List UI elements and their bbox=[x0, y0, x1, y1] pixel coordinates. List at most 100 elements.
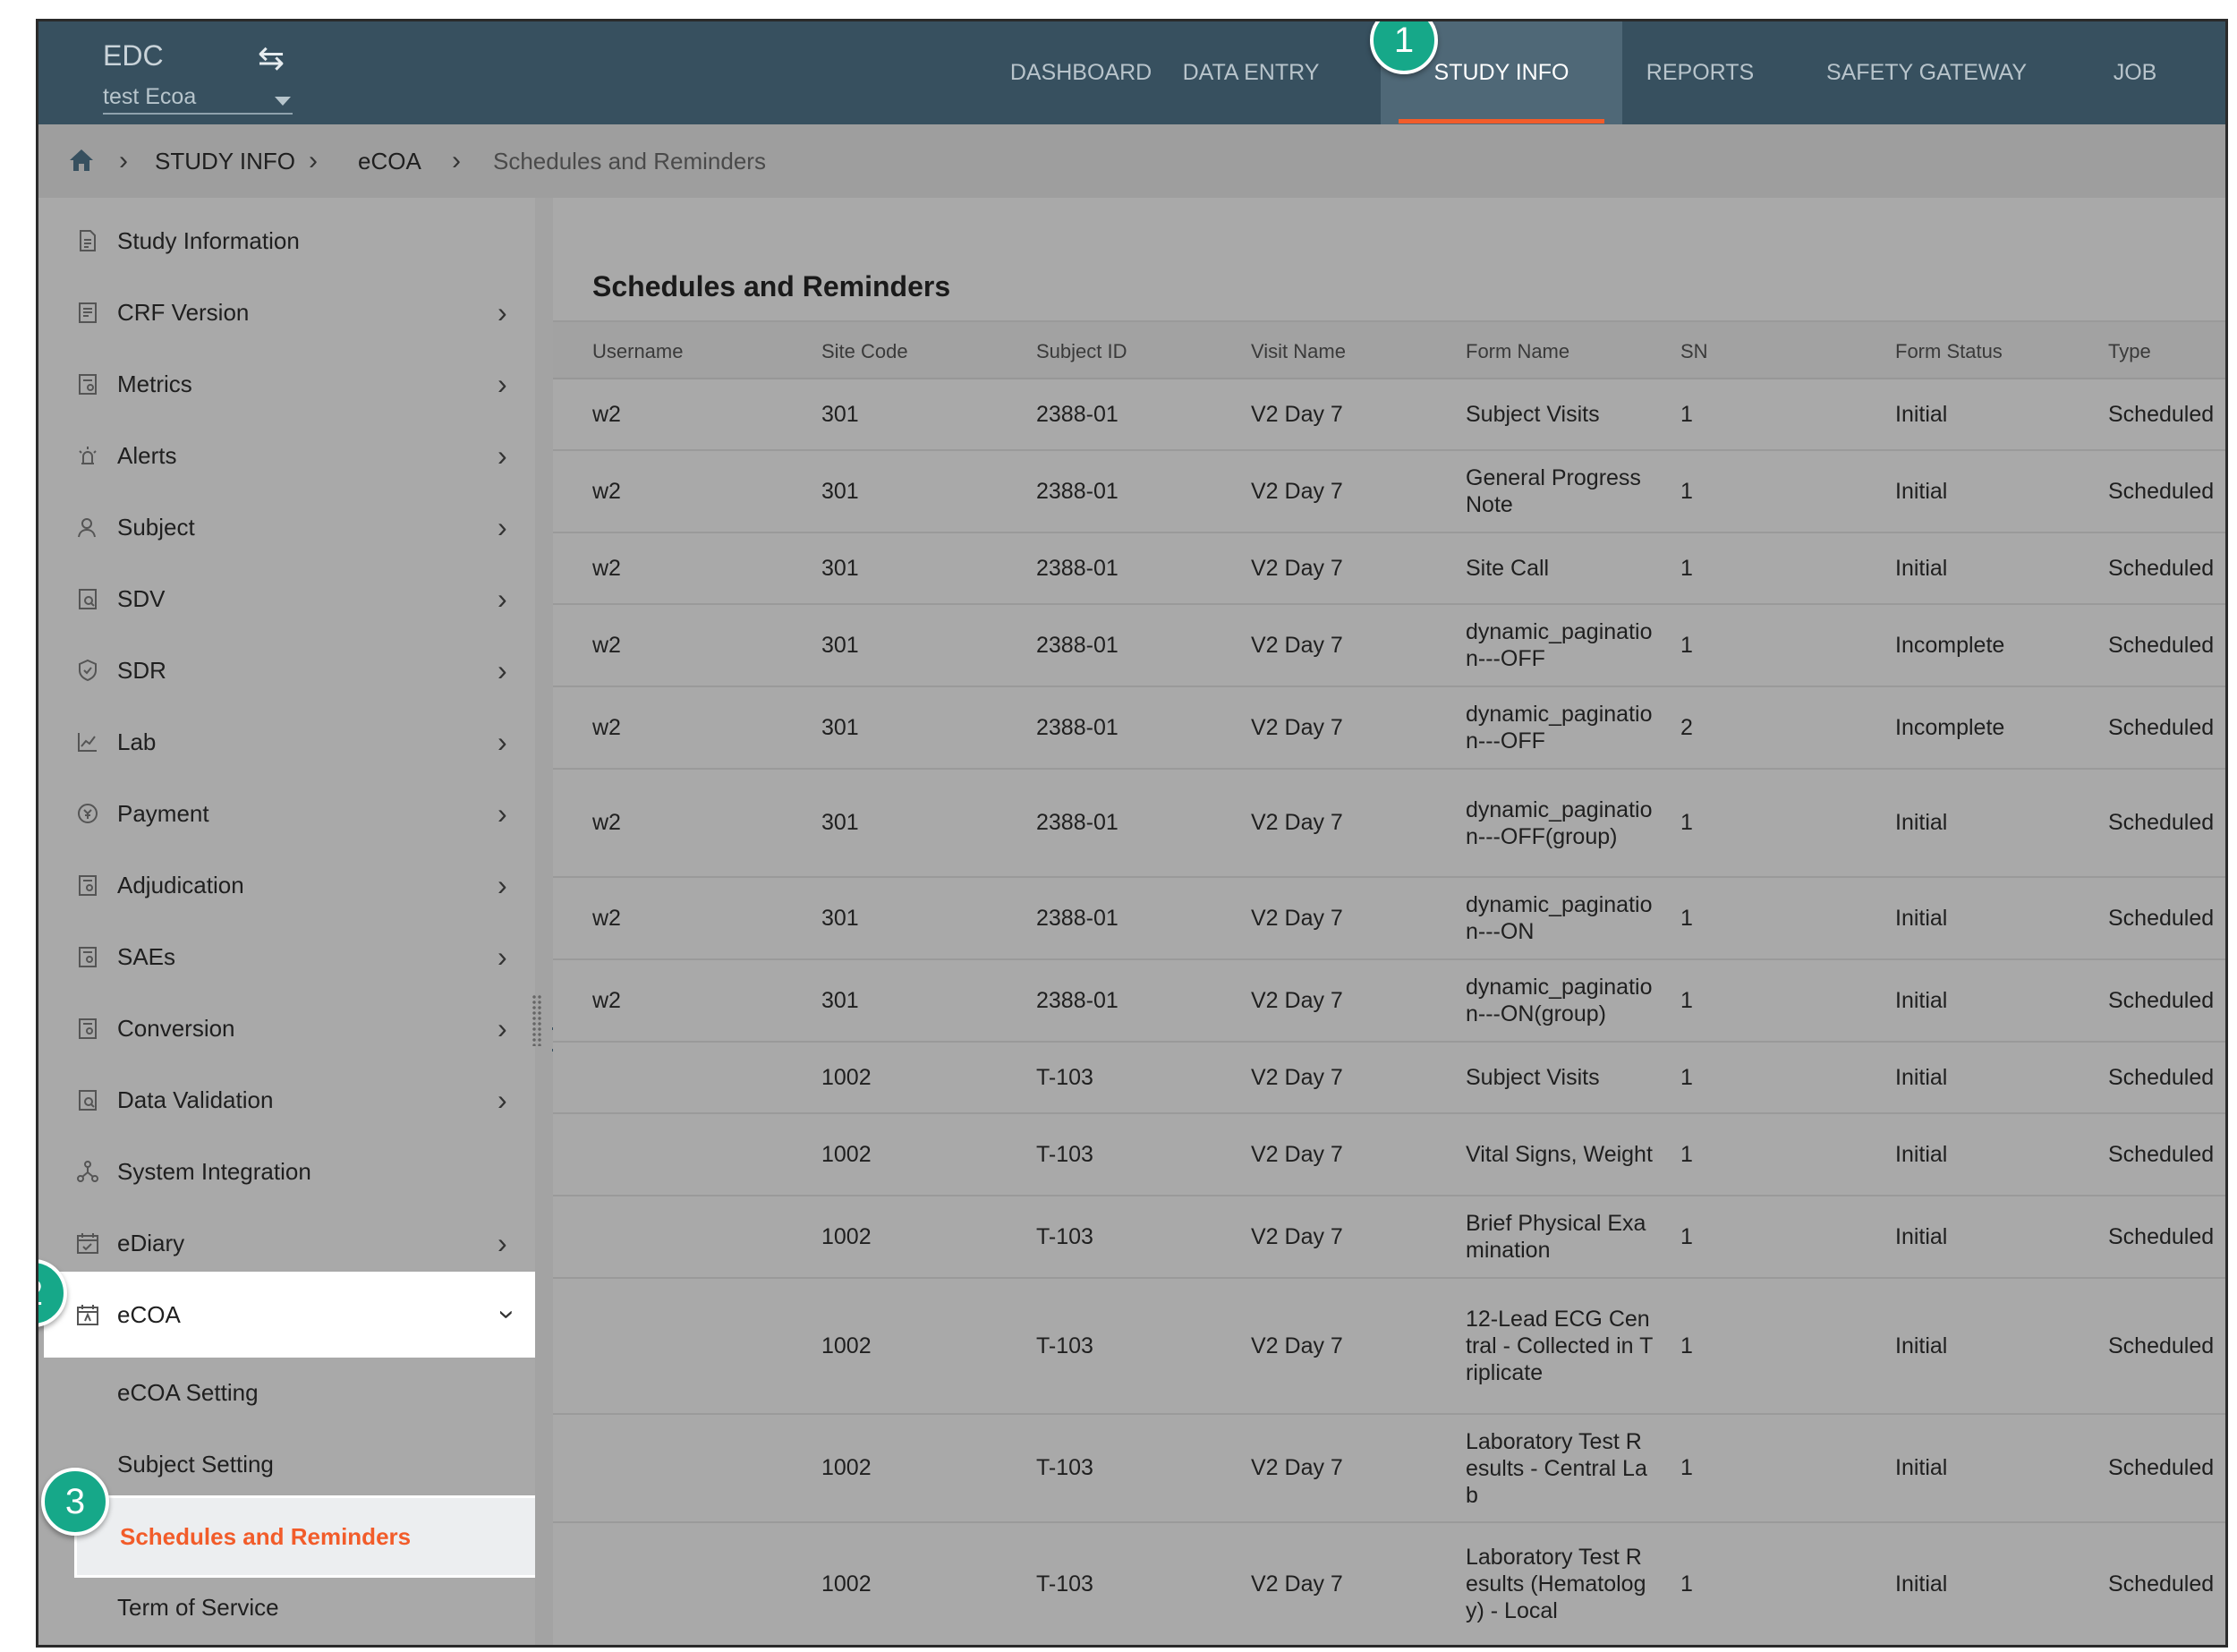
sidebar-item-payment[interactable]: Payment › bbox=[38, 778, 535, 849]
table-cell: 1002 bbox=[821, 1571, 872, 1597]
column-header-subject-id[interactable]: Subject ID bbox=[1036, 322, 1127, 381]
table-cell-wrapper: 1 bbox=[1680, 1043, 1693, 1112]
sidebar-item-subject[interactable]: Subject › bbox=[38, 491, 535, 563]
chevron-right-icon: › bbox=[498, 941, 507, 973]
table-cell-wrapper: 1 bbox=[1680, 605, 1693, 685]
table-cell-wrapper: 2388-01 bbox=[1036, 770, 1118, 876]
column-header-type[interactable]: Type bbox=[2108, 322, 2151, 381]
table-row[interactable]: w2 301 2388-01 V2 Day 7 Subject Visits 1 Initi… bbox=[553, 379, 2225, 451]
sidebar-item-sdr[interactable]: SDR › bbox=[38, 634, 535, 706]
document-gear-icon bbox=[79, 1018, 97, 1039]
column-header-sn[interactable]: SN bbox=[1680, 322, 1708, 381]
swap-arrows-icon[interactable]: ⇆ bbox=[258, 39, 285, 77]
table-row[interactable]: w2 301 2388-01 V2 Day 7 dynamic_pagination--… bbox=[553, 687, 2225, 770]
sidebar-item-sdv[interactable]: SDV › bbox=[38, 563, 535, 634]
table-cell-wrapper: Laboratory Test Results (Hematology) - L… bbox=[1466, 1523, 1654, 1645]
sidebar-item-alerts[interactable]: Alerts › bbox=[38, 420, 535, 491]
table-cell-wrapper: V2 Day 7 bbox=[1251, 878, 1343, 958]
user-icon bbox=[78, 518, 96, 538]
column-header-site-code[interactable]: Site Code bbox=[821, 322, 908, 381]
sidebar-resizer[interactable] bbox=[535, 198, 553, 1645]
table-row[interactable]: w2 301 2388-01 V2 Day 7 General Progress Not… bbox=[553, 451, 2225, 533]
sidebar-item-saes[interactable]: SAEs › bbox=[38, 921, 535, 992]
sidebar-item-label: eCOA bbox=[117, 1301, 181, 1328]
sidebar-item-study-information[interactable]: Study Information bbox=[38, 205, 535, 277]
table-cell-wrapper: 301 bbox=[821, 379, 859, 449]
table-row[interactable]: w2 301 2388-01 V2 Day 7 dynamic_pagination--… bbox=[553, 770, 2225, 878]
breadcrumb-study-info[interactable]: STUDY INFO bbox=[155, 124, 295, 198]
column-header-form-status[interactable]: Form Status bbox=[1895, 322, 2003, 381]
table-cell: Initial bbox=[1895, 555, 1948, 581]
table-cell-wrapper: w2 bbox=[592, 770, 621, 876]
table-row[interactable]: w2 301 2388-01 V2 Day 7 dynamic_pagination--… bbox=[553, 605, 2225, 687]
column-header-visit-name[interactable]: Visit Name bbox=[1251, 322, 1346, 381]
table-cell-wrapper: w2 bbox=[592, 878, 621, 958]
table-row[interactable]: 1002 T-103 V2 Day 7 Laboratory Test Results… bbox=[553, 1415, 2225, 1523]
table-cell: Scheduled bbox=[2108, 632, 2215, 658]
home-icon[interactable] bbox=[68, 148, 95, 173]
sidebar-item-label: Payment bbox=[117, 800, 209, 827]
nav-data-entry[interactable]: DATA ENTRY bbox=[1173, 21, 1329, 124]
sidebar-item-lab[interactable]: Lab › bbox=[38, 706, 535, 778]
table-row[interactable]: 1002 T-103 V2 Day 7 12-Lead ECG Central - C… bbox=[553, 1279, 2225, 1415]
table-cell-wrapper: dynamic_pagination---ON bbox=[1466, 878, 1654, 958]
table-cell: V2 Day 7 bbox=[1251, 905, 1343, 931]
table-row[interactable]: 1002 T-103 V2 Day 7 Subject Visits 1 Initial S… bbox=[553, 1043, 2225, 1114]
sidebar-item-adjudication[interactable]: Adjudication › bbox=[38, 849, 535, 921]
table-cell: Incomplete bbox=[1895, 632, 2005, 658]
nav-reports[interactable]: REPORTS bbox=[1642, 21, 1758, 124]
table-cell-wrapper: Scheduled bbox=[2108, 1043, 2214, 1112]
table-cell-wrapper: V2 Day 7 bbox=[1251, 1114, 1343, 1195]
sidebar-subitem-subject-setting[interactable]: Subject Setting bbox=[38, 1428, 535, 1500]
table-row[interactable]: 1002 T-103 V2 Day 7 Vital Signs, Weight 1 Ini… bbox=[553, 1114, 2225, 1196]
table-cell: T-103 bbox=[1036, 1333, 1093, 1358]
table-cell: dynamic_pagination---OFF(group) bbox=[1466, 796, 1653, 849]
table-cell-wrapper: General Progress Note bbox=[1466, 451, 1654, 532]
sidebar-subitem-schedules-and-reminders[interactable]: Schedules and Reminders bbox=[74, 1495, 572, 1578]
table-row[interactable]: w2 301 2388-01 V2 Day 7 Site Call 1 Initial Sch… bbox=[553, 533, 2225, 605]
table-row[interactable]: w2 301 2388-01 V2 Day 7 dynamic_pagination--… bbox=[553, 878, 2225, 960]
table-cell: V2 Day 7 bbox=[1251, 1333, 1343, 1358]
sidebar-item-label: CRF Version bbox=[117, 299, 250, 326]
sidebar-item-label: Alerts bbox=[117, 442, 177, 469]
column-header-form-name[interactable]: Form Name bbox=[1466, 322, 1569, 381]
table-cell-wrapper: Scheduled bbox=[2108, 1279, 2214, 1413]
table-cell-wrapper: 2388-01 bbox=[1036, 533, 1118, 603]
table-cell-wrapper: Incomplete bbox=[1895, 687, 2004, 768]
nav-job[interactable]: JOB bbox=[2095, 21, 2175, 124]
table-cell: T-103 bbox=[1036, 1223, 1093, 1249]
chevron-right-icon: › bbox=[498, 654, 507, 686]
table-cell: V2 Day 7 bbox=[1251, 1141, 1343, 1167]
column-header-username[interactable]: Username bbox=[592, 322, 683, 381]
table-row[interactable]: w2 301 2388-01 V2 Day 7 dynamic_pagination--… bbox=[553, 960, 2225, 1043]
table-cell: 2388-01 bbox=[1036, 810, 1118, 835]
table-cell-wrapper: Subject Visits bbox=[1466, 1043, 1654, 1112]
table-cell: T-103 bbox=[1036, 1064, 1093, 1090]
table-cell: 1 bbox=[1680, 1064, 1693, 1090]
sidebar-item-system-integration[interactable]: System Integration bbox=[38, 1136, 535, 1207]
sidebar-item-ecoa[interactable]: eCOA › bbox=[44, 1272, 535, 1358]
table-cell-wrapper: 301 bbox=[821, 451, 859, 532]
table-cell: 12-Lead ECG Central - Collected in Tripl… bbox=[1466, 1307, 1654, 1385]
chevron-right-icon: › bbox=[498, 511, 507, 543]
sidebar-subitem-term-of-service[interactable]: Term of Service bbox=[38, 1571, 535, 1643]
table-cell: Site Call bbox=[1466, 556, 1550, 581]
study-selector[interactable]: test Ecoa bbox=[103, 84, 293, 115]
sidebar-item-crf-version[interactable]: CRF Version › bbox=[38, 277, 535, 348]
sidebar-item-ediary[interactable]: eDiary › bbox=[38, 1207, 535, 1279]
table-cell: Initial bbox=[1895, 401, 1948, 427]
table-row[interactable]: 1002 T-103 V2 Day 7 Brief Physical Examinat… bbox=[553, 1196, 2225, 1279]
drag-handle-icon[interactable] bbox=[532, 994, 542, 1046]
sidebar-item-data-validation[interactable]: Data Validation › bbox=[38, 1064, 535, 1136]
sidebar-item-conversion[interactable]: Conversion › bbox=[38, 992, 535, 1064]
nav-dashboard[interactable]: DASHBOARD bbox=[1009, 21, 1153, 124]
table-row[interactable]: 1002 T-103 V2 Day 7 Laboratory Test Results… bbox=[553, 1523, 2225, 1645]
sidebar-item-metrics[interactable]: Metrics › bbox=[38, 348, 535, 420]
sidebar-subitem-ecoa-setting[interactable]: eCOA Setting bbox=[38, 1357, 535, 1428]
breadcrumb-ecoa[interactable]: eCOA bbox=[358, 124, 421, 198]
nav-safety-gateway[interactable]: SAFETY GATEWAY bbox=[1815, 21, 2038, 124]
active-tab-indicator bbox=[1399, 119, 1604, 123]
table-cell-wrapper: 1 bbox=[1680, 770, 1693, 876]
chevron-right-icon: › bbox=[498, 1012, 507, 1044]
table-cell-wrapper: T-103 bbox=[1036, 1196, 1093, 1277]
